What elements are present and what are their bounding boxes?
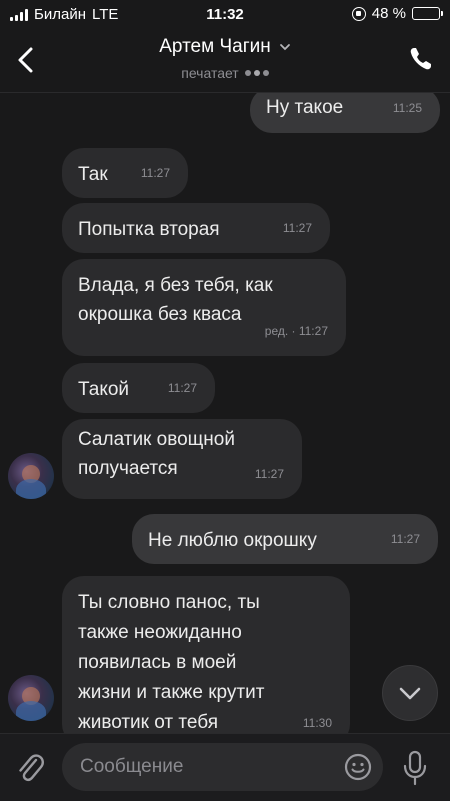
message-bubble[interactable]: Так 11:27 (62, 148, 188, 198)
message-bubble[interactable]: Ну такое 11:25 (250, 93, 440, 133)
message-text: Ты словно панос, ты также неожиданно поя… (78, 592, 265, 733)
battery-percent: 48 % (371, 5, 406, 22)
attach-button[interactable] (14, 750, 46, 786)
message-time: 11:25 (392, 101, 422, 115)
contact-title[interactable]: Артем Чагин (159, 36, 291, 58)
avatar[interactable] (8, 453, 54, 499)
voice-message-button[interactable] (398, 748, 432, 788)
message-bubble[interactable]: Не люблю окрошку 11:27 (132, 514, 438, 564)
message-time: 11:27 (390, 532, 420, 546)
chevron-down-icon (279, 44, 290, 51)
status-bar: Билайн LTE 11:32 48 % (0, 0, 450, 30)
message-time: 11:27 (167, 381, 197, 395)
message-time: 11:27 (140, 166, 170, 180)
typing-status: печатает (181, 65, 269, 81)
message-text: Попытка вторая (78, 219, 220, 240)
microphone-icon (403, 750, 427, 786)
battery-icon (412, 7, 443, 20)
smiley-icon (344, 753, 372, 781)
message-list[interactable]: Ну такое 11:25 Так 11:27 Попытка вторая … (0, 93, 450, 733)
paperclip-icon (19, 754, 44, 782)
chevron-down-icon (399, 687, 421, 700)
message-time: ред. · 11:27 (264, 324, 328, 338)
scroll-down-button[interactable] (382, 665, 438, 721)
message-bubble[interactable]: Такой 11:27 (62, 363, 215, 413)
avatar[interactable] (8, 675, 54, 721)
message-time: 11:27 (282, 221, 312, 235)
message-input-wrapper[interactable] (62, 743, 383, 791)
message-time: 11:30 (302, 716, 332, 730)
message-bubble[interactable]: Салатик овощной получается 11:27 (62, 419, 302, 499)
message-bubble[interactable]: Влада, я без тебя, как окрошка без кваса… (62, 259, 346, 356)
message-text: Не люблю окрошку (148, 530, 317, 551)
call-button[interactable] (406, 44, 436, 74)
emoji-button[interactable] (343, 752, 373, 782)
message-composer (0, 733, 450, 801)
message-time: 11:27 (254, 467, 284, 481)
chat-header: Артем Чагин печатает (0, 30, 450, 93)
message-bubble[interactable]: Попытка вторая 11:27 (62, 203, 330, 253)
phone-icon (410, 48, 431, 70)
typing-dots-icon (244, 70, 269, 76)
typing-label: печатает (181, 65, 239, 81)
rotation-lock-icon (351, 6, 366, 21)
status-right: 48 % (351, 5, 443, 22)
message-input[interactable] (80, 743, 327, 791)
message-bubble[interactable]: Ты словно панос, ты также неожиданно поя… (62, 576, 350, 733)
contact-name: Артем Чагин (159, 36, 271, 57)
contact-info[interactable]: Артем Чагин печатает (0, 36, 450, 83)
